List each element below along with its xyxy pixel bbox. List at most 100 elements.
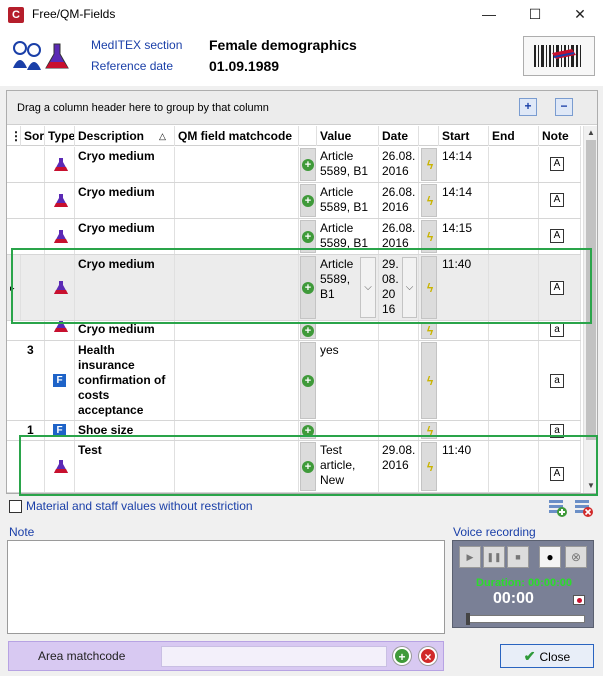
cell-value[interactable]: Article 5589, B1: [317, 147, 379, 182]
sort-ascending-icon: △: [159, 131, 166, 141]
column-description-label: Description: [78, 129, 145, 143]
cell-end[interactable]: [489, 147, 539, 182]
cell-date[interactable]: [379, 341, 419, 420]
playback-slider[interactable]: [466, 613, 585, 625]
add-row-button[interactable]: [547, 498, 569, 518]
cell-note[interactable]: A: [539, 183, 581, 218]
cell-note[interactable]: A: [539, 147, 581, 182]
add-value-button[interactable]: +: [300, 322, 316, 339]
flask-icon: [54, 157, 68, 171]
play-icon[interactable]: ▶: [459, 546, 481, 568]
column-type[interactable]: Type: [45, 126, 75, 146]
table-row[interactable]: Cryo medium + Article 5589, B1 26.08. 20…: [7, 147, 581, 183]
column-value[interactable]: Value: [317, 126, 379, 146]
unrestricted-checkbox[interactable]: [9, 500, 22, 513]
close-window-button[interactable]: ✕: [557, 0, 603, 30]
set-now-button[interactable]: ϟ: [421, 342, 437, 419]
area-matchcode-input[interactable]: [161, 646, 387, 667]
voice-recording-label: Voice recording: [453, 525, 536, 539]
area-matchcode-label: Area matchcode: [38, 649, 126, 663]
column-sort[interactable]: Sor: [21, 126, 45, 146]
lightning-icon: ϟ: [426, 229, 434, 244]
stop-icon[interactable]: ■: [507, 546, 529, 568]
remove-area-button[interactable]: ×: [419, 647, 437, 665]
minimize-button[interactable]: —: [466, 0, 512, 30]
cell-start[interactable]: 14:14: [439, 183, 489, 218]
column-header-row: ⋮ Sor Type Description △ QM field matchc…: [7, 126, 581, 146]
column-description[interactable]: Description △: [75, 126, 175, 146]
duration-text: Duration: 00:00:00: [476, 577, 572, 589]
collapse-all-button[interactable]: −: [555, 98, 573, 116]
group-by-area[interactable]: Drag a column header here to group by th…: [7, 91, 597, 125]
cell-sort: 3: [21, 341, 45, 420]
column-date[interactable]: Date: [379, 126, 419, 146]
table-row[interactable]: Cryo medium + Article 5589, B1 26.08. 20…: [7, 183, 581, 219]
barcode-button[interactable]: [523, 36, 595, 76]
add-value-button[interactable]: +: [300, 148, 316, 181]
section-label: MedITEX section: [91, 38, 183, 52]
add-value-button[interactable]: +: [300, 184, 316, 217]
recording-timer: 00:00: [493, 590, 534, 607]
column-matchcode[interactable]: QM field matchcode: [175, 126, 299, 146]
cell-date[interactable]: 26.08. 2016: [379, 147, 419, 182]
barcode-icon: [534, 45, 581, 67]
note-label: Note: [9, 525, 35, 539]
cell-matchcode: [175, 183, 299, 218]
unrestricted-label: Material and staff values without restri…: [26, 499, 253, 513]
column-end[interactable]: End: [489, 126, 539, 146]
form-field-icon: F: [53, 374, 66, 387]
maximize-button[interactable]: ☐: [512, 0, 558, 30]
delete-recording-icon[interactable]: ⊗: [565, 546, 587, 568]
family-lab-icon: [13, 41, 69, 70]
app-icon: C: [8, 7, 24, 23]
note-icon: A: [550, 157, 564, 171]
column-chooser-icon[interactable]: ⋮: [7, 126, 21, 146]
cell-start[interactable]: [439, 341, 489, 420]
cell-type: F: [45, 341, 75, 420]
lightning-icon: ϟ: [426, 157, 434, 172]
lightning-icon: ϟ: [426, 193, 434, 208]
set-now-button[interactable]: ϟ: [421, 148, 437, 181]
set-now-button[interactable]: ϟ: [421, 322, 437, 339]
lightning-icon: ϟ: [426, 323, 434, 338]
plus-icon: +: [302, 230, 314, 243]
cell-value[interactable]: yes: [317, 341, 379, 420]
table-row[interactable]: 3 F Health insurance confirmation of cos…: [7, 341, 581, 421]
delete-row-button[interactable]: [573, 498, 595, 518]
cell-end[interactable]: [489, 183, 539, 218]
area-matchcode-bar: Area matchcode + ×: [8, 641, 444, 671]
cell-type: [45, 147, 75, 182]
cell-date[interactable]: 26.08. 2016: [379, 183, 419, 218]
note-textarea[interactable]: [7, 540, 445, 634]
cell-end[interactable]: [489, 341, 539, 420]
scroll-up-icon[interactable]: ▲: [584, 126, 597, 140]
cell-sort: [21, 147, 45, 182]
pause-icon[interactable]: ❚❚: [483, 546, 505, 568]
lightning-icon: ϟ: [426, 373, 434, 388]
record-icon[interactable]: ●: [539, 546, 561, 568]
cell-value[interactable]: Article 5589, B1: [317, 183, 379, 218]
close-button-label: Close: [539, 650, 571, 664]
expand-all-button[interactable]: +: [519, 98, 537, 116]
set-now-button[interactable]: ϟ: [421, 184, 437, 217]
language-flag-icon[interactable]: [573, 595, 585, 605]
note-icon: a: [550, 323, 564, 337]
column-start[interactable]: Start: [439, 126, 489, 146]
section-value: Female demographics: [209, 37, 357, 53]
close-button[interactable]: ✔ Close: [500, 644, 594, 668]
plus-icon: +: [302, 158, 314, 171]
column-add-spacer: [299, 126, 317, 146]
cell-start[interactable]: 14:14: [439, 147, 489, 182]
slider-knob[interactable]: [466, 613, 470, 625]
reference-date-label: Reference date: [91, 59, 174, 73]
highlight-box: [11, 248, 592, 324]
column-note[interactable]: Note: [539, 126, 581, 146]
add-area-button[interactable]: +: [393, 647, 411, 665]
header: MedITEX section Female demographics Refe…: [0, 30, 603, 86]
add-value-button[interactable]: +: [300, 342, 316, 419]
plus-icon: +: [302, 374, 314, 387]
cell-note[interactable]: a: [539, 341, 581, 420]
window-title: Free/QM-Fields: [32, 7, 116, 21]
note-icon: a: [550, 374, 564, 388]
table-row[interactable]: Cryo medium + ϟ a: [7, 321, 581, 341]
